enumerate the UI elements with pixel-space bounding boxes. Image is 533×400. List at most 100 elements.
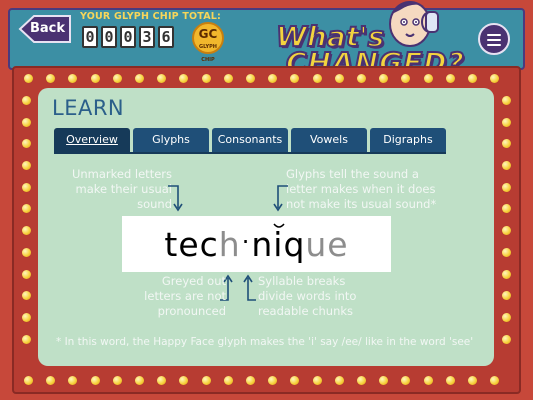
marquee-bulb (502, 118, 511, 127)
tab-overview[interactable]: Overview (54, 128, 130, 152)
chip-digit: 0 (82, 26, 98, 48)
page-title: LEARN (52, 96, 125, 120)
marquee-bulb (22, 204, 31, 213)
marquee-bulb (22, 118, 31, 127)
marquee-bulb (502, 270, 511, 279)
marquee-bulb (313, 74, 322, 83)
marquee-bulb (401, 376, 410, 385)
marquee-bulb (24, 74, 33, 83)
learn-tabs: Overview Glyphs Consonants Vowels Digrap… (54, 128, 446, 152)
marquee-bulb (22, 270, 31, 279)
marquee-bulb (502, 291, 511, 300)
marquee-bulb (502, 313, 511, 322)
tab-glyphs[interactable]: Glyphs (133, 128, 209, 152)
unmarked-letters-note: Unmarked letters make their usual sound (71, 167, 172, 211)
back-button-label: Back (30, 21, 66, 36)
arrow-down-icon (273, 185, 288, 212)
marquee-bulb (135, 376, 144, 385)
marquee-bulb (502, 335, 511, 344)
chip-digit: 0 (120, 26, 136, 48)
marquee-bulb (22, 96, 31, 105)
marquee-bulb (502, 161, 511, 170)
marquee-bulb (468, 376, 477, 385)
marquee-bulb (202, 74, 211, 83)
greyed-letter: h (218, 224, 241, 264)
marquee-bulb (22, 313, 31, 322)
marquee-bulb (502, 226, 511, 235)
gc-badge-subtext: GLYPH CHIP (199, 44, 217, 63)
marquee-bulb (22, 291, 31, 300)
tab-divider (54, 152, 446, 154)
marquee-bulb (335, 376, 344, 385)
arrow-up-icon (243, 274, 256, 301)
marquee-bulb (68, 74, 77, 83)
chip-digit: 6 (158, 26, 174, 48)
marquee-bulb (179, 376, 188, 385)
marquee-bulb (113, 376, 122, 385)
footnote: * In this word, the Happy Face glyph mak… (56, 336, 474, 348)
greyed-letters: ue (305, 224, 349, 264)
glyph-chip-counter: 0 0 0 3 6 (82, 26, 174, 48)
marquee-bulb (246, 376, 255, 385)
chip-digit: 0 (101, 26, 117, 48)
glyph-chip-total-label: YOUR GLYPH CHIP TOTAL: (80, 11, 222, 22)
tab-vowels[interactable]: Vowels (291, 128, 367, 152)
marquee-bulb (502, 96, 511, 105)
glyph-chip-badge-icon: GC GLYPH CHIP (192, 22, 224, 63)
marquee-bulb (502, 248, 511, 257)
gc-badge-text: GC (198, 27, 218, 41)
marquee-bulb (357, 74, 366, 83)
arrow-down-icon (168, 185, 183, 212)
marquee-bulb (202, 376, 211, 385)
marquee-bulb (424, 376, 433, 385)
marquee-bulb (268, 376, 277, 385)
marquee-bulb (446, 376, 455, 385)
marquee-bulb (490, 376, 499, 385)
marquee-bulb (502, 204, 511, 213)
tab-digraphs[interactable]: Digraphs (370, 128, 446, 152)
menu-button[interactable] (478, 23, 510, 55)
marquee-bulb (379, 74, 388, 83)
marquee-bulb (135, 74, 144, 83)
marquee-bulb (46, 74, 55, 83)
back-button[interactable]: Back (18, 14, 72, 44)
marquee-bulb (446, 74, 455, 83)
example-word: tech·ni que (164, 222, 349, 264)
marquee-bulb (91, 74, 100, 83)
marquee-bulb (179, 74, 188, 83)
marquee-bulb (24, 376, 33, 385)
marquee-bulb (22, 248, 31, 257)
marquee-bulb (424, 74, 433, 83)
marquee-bulb (22, 226, 31, 235)
marquee-bulb (502, 139, 511, 148)
syllable-breaks-note: Syllable breaks divide words into readab… (258, 274, 357, 318)
happy-face-glyph-icon (273, 222, 285, 228)
marquee-bulb (113, 74, 122, 83)
marquee-bulb (401, 74, 410, 83)
marquee-bulb (502, 183, 511, 192)
syllable-break-dot: · (241, 227, 251, 256)
word-letters: n (251, 224, 274, 264)
marquee-bulb (490, 74, 499, 83)
marquee-bulb (22, 161, 31, 170)
chip-digit: 3 (139, 26, 155, 48)
example-word-box: tech·ni que (122, 216, 391, 272)
marquee-bulb (157, 376, 166, 385)
marquee-bulb (68, 376, 77, 385)
marquee-bulb (290, 376, 299, 385)
marquee-bulb (91, 376, 100, 385)
tab-consonants[interactable]: Consonants (212, 128, 288, 152)
marquee-bulb (22, 139, 31, 148)
marquee-bulb (224, 74, 233, 83)
marquee-bulb (22, 335, 31, 344)
word-letters: q (283, 224, 306, 264)
marquee-bulb (22, 183, 31, 192)
marquee-bulb (379, 376, 388, 385)
word-letters: tec (164, 224, 219, 264)
greyed-letters-note: Greyed out letters are not pronounced (144, 274, 226, 318)
glyphs-note: Glyphs tell the sound a letter makes whe… (286, 167, 437, 211)
marquee-bulb (290, 74, 299, 83)
marquee-bulb (224, 376, 233, 385)
marquee-bulb (157, 74, 166, 83)
marquee-bulb (468, 74, 477, 83)
